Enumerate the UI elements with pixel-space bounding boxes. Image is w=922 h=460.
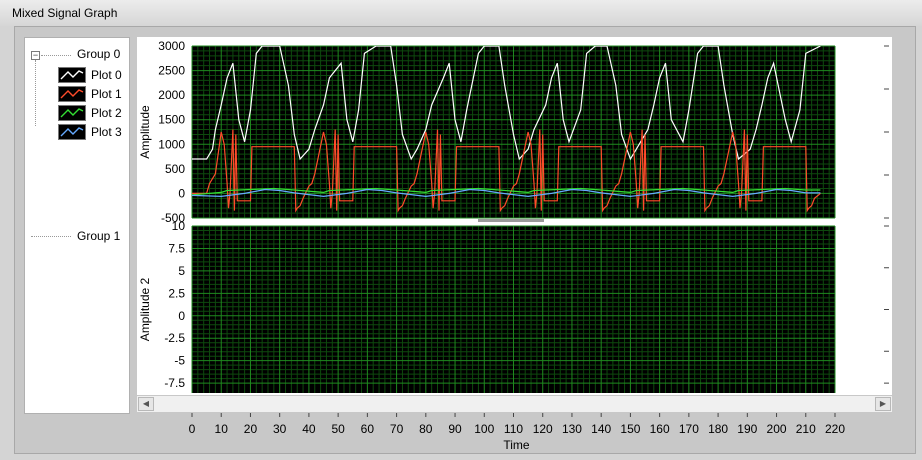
x-tick-label: 150 [620, 422, 640, 436]
y-tick-label: 3000 [158, 39, 185, 53]
x-tick-label: 110 [504, 422, 523, 436]
y-tick-label: 2.5 [168, 286, 185, 300]
y-axis-titles: Amplitude Amplitude 2 [138, 105, 152, 341]
y-tick-label: 500 [165, 162, 185, 176]
x-tick-label: 180 [708, 422, 728, 436]
y-tick-label: 1500 [158, 113, 185, 127]
x-tick-label: 140 [591, 422, 611, 436]
x-tick-label: 80 [419, 422, 433, 436]
x-tick-label: 60 [361, 422, 375, 436]
y-axis-title: Amplitude [138, 105, 152, 159]
y-axis-title: Amplitude 2 [138, 277, 152, 341]
y-tick-label: 1000 [158, 137, 185, 151]
x-tick-label: 200 [767, 422, 787, 436]
x-tick-label: 50 [331, 422, 345, 436]
x-tick-label: 210 [796, 422, 816, 436]
panel-amplitude: 300025002000150010005000-500 [158, 39, 889, 225]
y-tick-label: 5 [178, 264, 185, 278]
y-tick-label: -7.5 [164, 376, 185, 390]
y-tick-label: 10 [172, 219, 186, 233]
x-tick-label: 130 [562, 422, 582, 436]
y-tick-label: -5 [174, 354, 185, 368]
x-tick-label: 10 [215, 422, 229, 436]
panel-splitter-handle [478, 219, 544, 222]
y-tick-label: 2000 [158, 88, 185, 102]
y-tick-label: 0 [178, 309, 185, 323]
scroll-right-icon[interactable]: ▶ [875, 397, 891, 411]
panel-amplitude-2: 10 7.5 5 2.5 0 -2.5 -5 -7.5 [164, 219, 889, 393]
x-tick-label: 70 [390, 422, 404, 436]
x-tick-label: 40 [302, 422, 316, 436]
x-axis: 0 10 20 30 40 50 60 70 80 90 100 110 120 130 140 150 160… [189, 413, 845, 452]
mixed-signal-chart[interactable]: 3000 2500 2000 1500 1000 500 0 -5 0 0 10 7.5 5 2.5 0 -… [0, 0, 922, 460]
x-tick-label: 160 [650, 422, 670, 436]
scroll-left-icon[interactable]: ◀ [138, 397, 154, 411]
x-tick-label: 30 [273, 422, 287, 436]
x-tick-label: 120 [533, 422, 553, 436]
y-tick-label: 2500 [158, 64, 185, 78]
y-tick-label: 0 [178, 186, 185, 200]
x-tick-label: 100 [474, 422, 494, 436]
x-axis-title: Time [503, 438, 530, 452]
x-tick-label: 0 [189, 422, 196, 436]
x-tick-label: 90 [448, 422, 462, 436]
x-tick-label: 20 [244, 422, 258, 436]
x-tick-label: 220 [825, 422, 845, 436]
panel-divider[interactable] [478, 219, 544, 222]
x-tick-label: 170 [679, 422, 699, 436]
y-tick-label: -2.5 [164, 331, 185, 345]
horizontal-scrollbar[interactable]: ◀ ▶ [137, 395, 892, 412]
y-tick-label: 7.5 [168, 241, 185, 255]
x-tick-label: 190 [737, 422, 757, 436]
